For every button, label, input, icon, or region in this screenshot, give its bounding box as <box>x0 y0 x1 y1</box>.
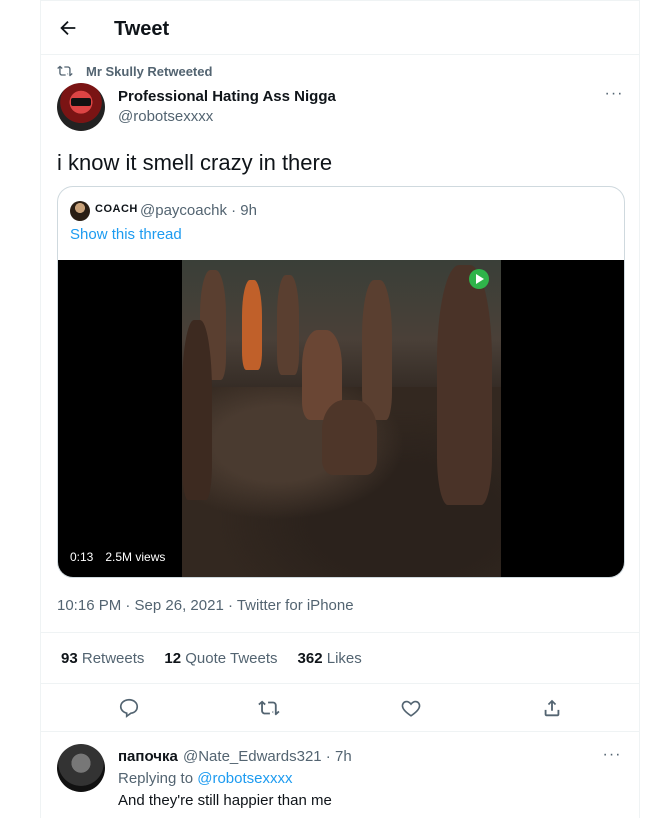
tweet-author: Professional Hating Ass Nigga @robotsexx… <box>57 83 625 133</box>
more-options-icon[interactable]: ··· <box>603 86 625 103</box>
tweet-page: Tweet Mr Skully Retweeted Professional H… <box>40 0 640 818</box>
reply-icon[interactable] <box>118 697 140 719</box>
tweet-timestamp[interactable]: 10:16 PM · Sep 26, 2021 · Twitter for iP… <box>57 597 354 614</box>
stat-retweets[interactable]: 93 Retweets <box>61 650 144 667</box>
video-player[interactable]: 0:13 2.5M views <box>58 260 624 577</box>
avatar[interactable] <box>57 83 105 131</box>
video-overlay: 0:13 2.5M views <box>70 550 165 564</box>
more-options-icon[interactable]: ··· <box>601 747 623 763</box>
retweet-label[interactable]: Mr Skully Retweeted <box>86 64 212 79</box>
replying-handle-link[interactable]: @robotsexxxx <box>197 770 292 787</box>
show-thread-link[interactable]: Show this thread <box>70 226 182 243</box>
stat-label: Likes <box>326 649 362 667</box>
play-icon[interactable] <box>469 269 489 289</box>
author-handle[interactable]: @robotsexxxx <box>118 108 213 125</box>
stat-label: Quote Tweets <box>185 649 278 667</box>
page-title: Tweet <box>114 18 170 40</box>
back-arrow-icon[interactable] <box>57 17 79 39</box>
tweet-stats: 93 Retweets 12 Quote Tweets 362 Likes <box>41 632 639 684</box>
video-thumbnail <box>182 260 501 577</box>
stat-likes[interactable]: 362 Likes <box>298 650 362 667</box>
stat-count: 93 <box>61 649 78 667</box>
tweet-text: i know it smell crazy in there <box>57 150 333 175</box>
quoted-tweet[interactable]: COACH @paycoachk · 9h Show this thread 0… <box>57 186 625 578</box>
reply-author-name[interactable]: папочка <box>118 748 178 765</box>
retweet-action-icon[interactable] <box>258 697 280 719</box>
video-time: 0:13 <box>70 550 94 564</box>
page-header: Tweet <box>41 1 639 55</box>
stat-quote-tweets[interactable]: 12 Quote Tweets <box>164 650 277 667</box>
video-views: 2.5M views <box>105 550 166 564</box>
quoted-handle-time: @paycoachk · 9h <box>140 202 257 219</box>
replying-to: Replying to @robotsexxxx <box>118 770 292 787</box>
replying-prefix: Replying to <box>118 770 194 787</box>
retweet-context: Mr Skully Retweeted <box>57 63 212 79</box>
stat-count: 362 <box>297 649 323 667</box>
stat-label: Retweets <box>81 649 145 667</box>
share-icon[interactable] <box>541 697 563 719</box>
author-name[interactable]: Professional Hating Ass Nigga <box>118 88 336 105</box>
reply-handle-time: @Nate_Edwards321 · 7h <box>183 748 352 765</box>
reply-tweet[interactable]: папочка @Nate_Edwards321 · 7h Replying t… <box>41 732 639 818</box>
quoted-author-name[interactable]: COACH <box>95 203 138 215</box>
like-icon[interactable] <box>400 697 422 719</box>
avatar[interactable] <box>57 744 105 792</box>
reply-text: And they're still happier than me <box>118 792 332 809</box>
quoted-avatar[interactable] <box>70 201 90 221</box>
stat-count: 12 <box>164 649 182 667</box>
retweet-icon <box>57 65 73 77</box>
action-bar <box>41 684 639 732</box>
